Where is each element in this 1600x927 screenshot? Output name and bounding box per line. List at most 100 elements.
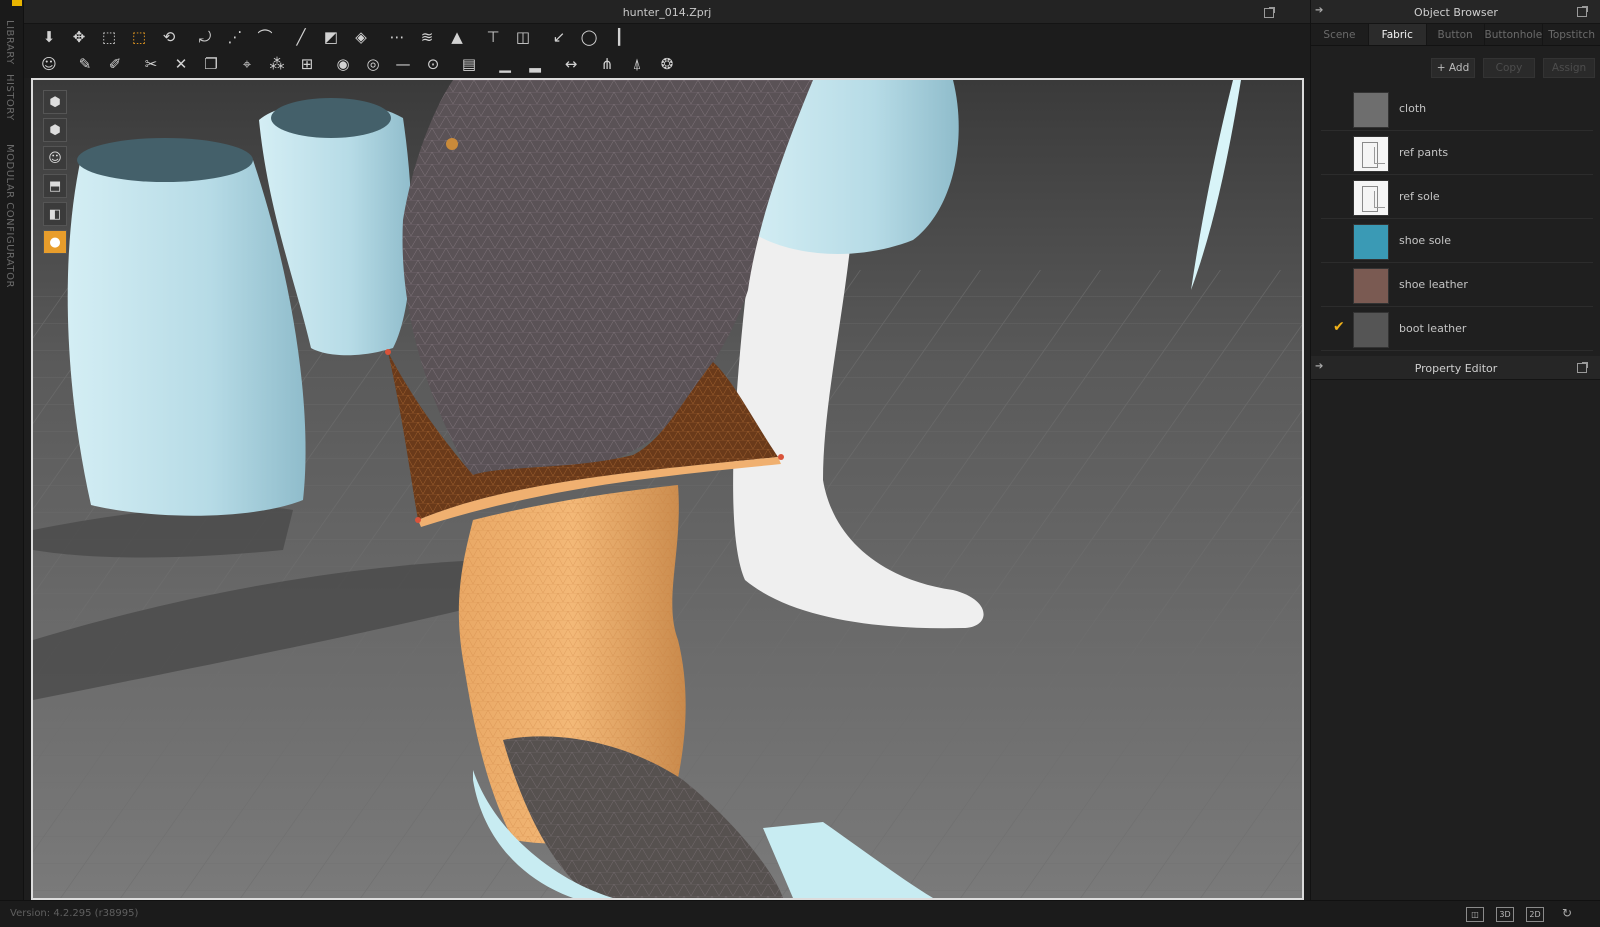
show-pattern-icon[interactable]: ⬢ — [43, 118, 67, 142]
rotate-pattern-icon[interactable]: ⤾ — [190, 27, 220, 49]
left-dock-strip: LIBRARY HISTORY MODULAR CONFIGURATOR — [0, 0, 24, 927]
tab-modular-configurator[interactable]: MODULAR CONFIGURATOR — [4, 144, 15, 288]
tab-button[interactable]: Button — [1427, 24, 1485, 45]
tab-scene[interactable]: Scene — [1311, 24, 1369, 45]
assign-fabric-button[interactable]: Assign — [1543, 58, 1595, 78]
tab-library[interactable]: LIBRARY — [4, 20, 15, 65]
show-texture-icon[interactable]: ◧ — [43, 202, 67, 226]
fabric-name: boot leather — [1399, 322, 1467, 335]
title-bar: hunter_014.Zprj — [24, 0, 1310, 24]
copy-icon[interactable]: ❐ — [196, 54, 226, 76]
fabric-name: ref sole — [1399, 190, 1440, 203]
fold-icon[interactable]: ◩ — [316, 27, 346, 49]
object-browser-title: Object Browser — [1414, 6, 1498, 19]
avatar-pose-icon[interactable]: ☺ — [34, 54, 64, 76]
tack-icon[interactable]: ↙ — [544, 27, 574, 49]
avatar-skin-icon[interactable]: ● — [43, 230, 67, 254]
measure-icon[interactable]: ⌖ — [232, 54, 262, 76]
brain-icon[interactable]: ❂ — [652, 54, 682, 76]
buttonhole-icon[interactable]: ⊙ — [418, 54, 448, 76]
sole-icon[interactable]: ▂ — [520, 54, 550, 76]
tab-topstitch[interactable]: Topstitch — [1543, 24, 1600, 45]
3d-viewport[interactable]: ⬢ ⬢ ☺ ⬒ ◧ ● — [31, 78, 1304, 900]
viewport-display-toolbar: ⬢ ⬢ ☺ ⬒ ◧ ● — [43, 90, 69, 258]
fabric-swatch[interactable] — [1353, 268, 1389, 304]
button-icon[interactable]: ◉ — [328, 54, 358, 76]
fabric-row[interactable]: shoe sole — [1321, 219, 1593, 263]
refresh-icon[interactable]: ↻ — [1562, 906, 1572, 920]
fabric-swatch[interactable] — [1353, 224, 1389, 260]
cut-icon[interactable]: ✕ — [166, 54, 196, 76]
line-icon[interactable]: ╱ — [286, 27, 316, 49]
object-browser-actions: + Add Copy Assign — [1311, 58, 1600, 80]
popout-icon[interactable] — [1577, 6, 1588, 17]
fabric-name: shoe leather — [1399, 278, 1468, 291]
fabric-row[interactable]: ✔ boot leather — [1321, 307, 1593, 351]
grid-icon[interactable]: ⊞ — [292, 54, 322, 76]
stitch-icon[interactable]: ≋ — [412, 27, 442, 49]
lasso-icon[interactable]: ◯ — [574, 27, 604, 49]
add-fabric-button[interactable]: + Add — [1431, 58, 1475, 78]
tab-fabric[interactable]: Fabric — [1368, 24, 1427, 45]
show-garment-icon[interactable]: ⬢ — [43, 90, 67, 114]
fit-icon[interactable]: ⋔ — [592, 54, 622, 76]
circle-icon[interactable]: ◎ — [358, 54, 388, 76]
fabric-name: cloth — [1399, 102, 1427, 115]
shoe-icon[interactable]: ▁ — [490, 54, 520, 76]
arrow-down-icon[interactable]: ⬇ — [34, 27, 64, 49]
copy-fabric-button[interactable]: Copy — [1483, 58, 1535, 78]
popout-icon[interactable] — [1264, 7, 1275, 18]
property-editor-header: ➔ Property Editor — [1311, 356, 1600, 380]
fabric-row[interactable]: shoe leather — [1321, 263, 1593, 307]
garment-icon[interactable]: ◈ — [346, 27, 376, 49]
symmetry-icon[interactable]: ◫ — [508, 27, 538, 49]
zipper-icon[interactable]: ▲ — [442, 27, 472, 49]
property-editor-title: Property Editor — [1414, 362, 1498, 375]
pin-point[interactable] — [446, 138, 458, 150]
segment-icon[interactable]: ⋰ — [220, 27, 250, 49]
trim-icon[interactable]: ✂ — [136, 54, 166, 76]
needle-icon[interactable]: ✎ — [70, 54, 100, 76]
seam-point[interactable] — [778, 454, 784, 460]
zip-icon[interactable]: ▤ — [454, 54, 484, 76]
toolbar-row-2: ☺ ✎ ✐ ✂ ✕ ❐ ⌖ ⁂ ⊞ ◉ ◎ — ⊙ ▤ ▁ ▂ ↔ ⋔ ⍋ ❂ — [24, 51, 1310, 78]
fabric-row[interactable]: ref sole — [1321, 175, 1593, 219]
puckering-icon[interactable]: ⁂ — [262, 54, 292, 76]
select-box-icon[interactable]: ⬚ — [94, 27, 124, 49]
version-label: Version: 4.2.295 (r38995) — [10, 908, 139, 919]
shirt-icon[interactable]: ⊤ — [478, 27, 508, 49]
fabric-swatch[interactable] — [1353, 312, 1389, 348]
tab-buttonhole[interactable]: Buttonhole — [1485, 24, 1544, 45]
fabric-swatch[interactable] — [1353, 136, 1389, 172]
transform-box-icon[interactable]: ⬚ — [124, 27, 154, 49]
sewing-icon[interactable]: ⋯ — [382, 27, 412, 49]
checkmark-icon: ✔ — [1333, 319, 1345, 335]
seam-point[interactable] — [415, 517, 421, 523]
curve-icon[interactable]: ⌒ — [250, 27, 280, 49]
show-avatar-icon[interactable]: ☺ — [43, 146, 67, 170]
fabric-swatch[interactable] — [1353, 92, 1389, 128]
view-2d-button[interactable]: 2D — [1526, 907, 1544, 922]
edit-pattern-icon[interactable]: ⟲ — [154, 27, 184, 49]
fabric-name: ref pants — [1399, 146, 1449, 159]
show-pins-icon[interactable]: ⬒ — [43, 174, 67, 198]
status-bar: Version: 4.2.295 (r38995) ◫ 3D 2D ↻ — [0, 900, 1600, 927]
app-logo — [12, 0, 22, 6]
split-view-button[interactable]: ◫ — [1466, 907, 1484, 922]
view-3d-button[interactable]: 3D — [1496, 907, 1514, 922]
pin-icon[interactable]: ┃ — [604, 27, 634, 49]
fabric-row[interactable]: cloth — [1321, 87, 1593, 131]
tab-history[interactable]: HISTORY — [4, 74, 15, 121]
pen-icon[interactable]: ✐ — [100, 54, 130, 76]
popout-icon[interactable] — [1577, 362, 1588, 373]
dress-icon[interactable]: ⍋ — [622, 54, 652, 76]
fabric-name: shoe sole — [1399, 234, 1451, 247]
align-icon[interactable]: ↔ — [556, 54, 586, 76]
fabric-swatch[interactable] — [1353, 180, 1389, 216]
fabric-row[interactable]: ref pants — [1321, 131, 1593, 175]
3d-scene[interactable] — [33, 80, 1302, 898]
window-title: hunter_014.Zprj — [622, 6, 712, 19]
move-icon[interactable]: ✥ — [64, 27, 94, 49]
topstitch-icon[interactable]: — — [388, 54, 418, 76]
seam-point[interactable] — [385, 349, 391, 355]
